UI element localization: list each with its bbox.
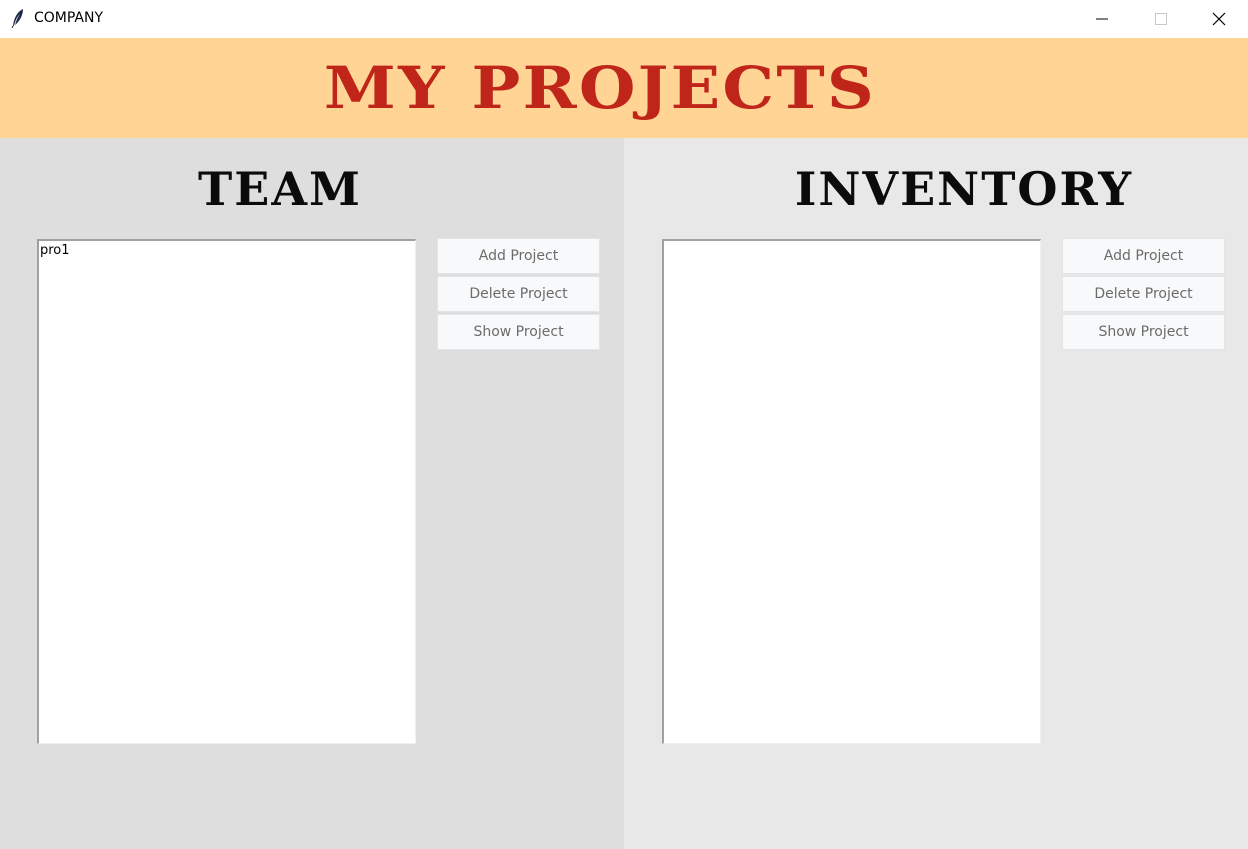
list-item[interactable]: pro1 bbox=[39, 241, 415, 261]
team-show-project-button[interactable]: Show Project bbox=[437, 314, 600, 350]
window-titlebar: COMPANY bbox=[0, 0, 1248, 38]
window-title: COMPANY bbox=[34, 10, 104, 26]
maximize-button[interactable] bbox=[1131, 0, 1189, 38]
team-heading: TEAM bbox=[198, 162, 362, 216]
minimize-icon bbox=[1096, 18, 1108, 20]
minimize-button[interactable] bbox=[1073, 0, 1131, 38]
maximize-icon bbox=[1155, 13, 1167, 25]
inventory-panel: INVENTORY Add Project Delete Project Sho… bbox=[624, 138, 1248, 849]
feather-icon bbox=[11, 8, 25, 29]
team-project-list[interactable]: pro1 bbox=[37, 239, 416, 744]
inventory-show-project-button[interactable]: Show Project bbox=[1062, 314, 1225, 350]
page-title: MY PROJECTS bbox=[323, 54, 877, 122]
team-button-group: Add Project Delete Project Show Project bbox=[437, 238, 600, 352]
close-button[interactable] bbox=[1190, 0, 1248, 38]
inventory-button-group: Add Project Delete Project Show Project bbox=[1062, 238, 1225, 352]
inventory-heading: INVENTORY bbox=[794, 162, 1134, 216]
team-panel: TEAM pro1 Add Project Delete Project Sho… bbox=[0, 138, 624, 849]
team-delete-project-button[interactable]: Delete Project bbox=[437, 276, 600, 312]
header-banner: MY PROJECTS bbox=[0, 38, 1248, 138]
inventory-project-list[interactable] bbox=[662, 239, 1041, 744]
team-add-project-button[interactable]: Add Project bbox=[437, 238, 600, 274]
inventory-add-project-button[interactable]: Add Project bbox=[1062, 238, 1225, 274]
close-icon bbox=[1212, 12, 1226, 26]
inventory-delete-project-button[interactable]: Delete Project bbox=[1062, 276, 1225, 312]
